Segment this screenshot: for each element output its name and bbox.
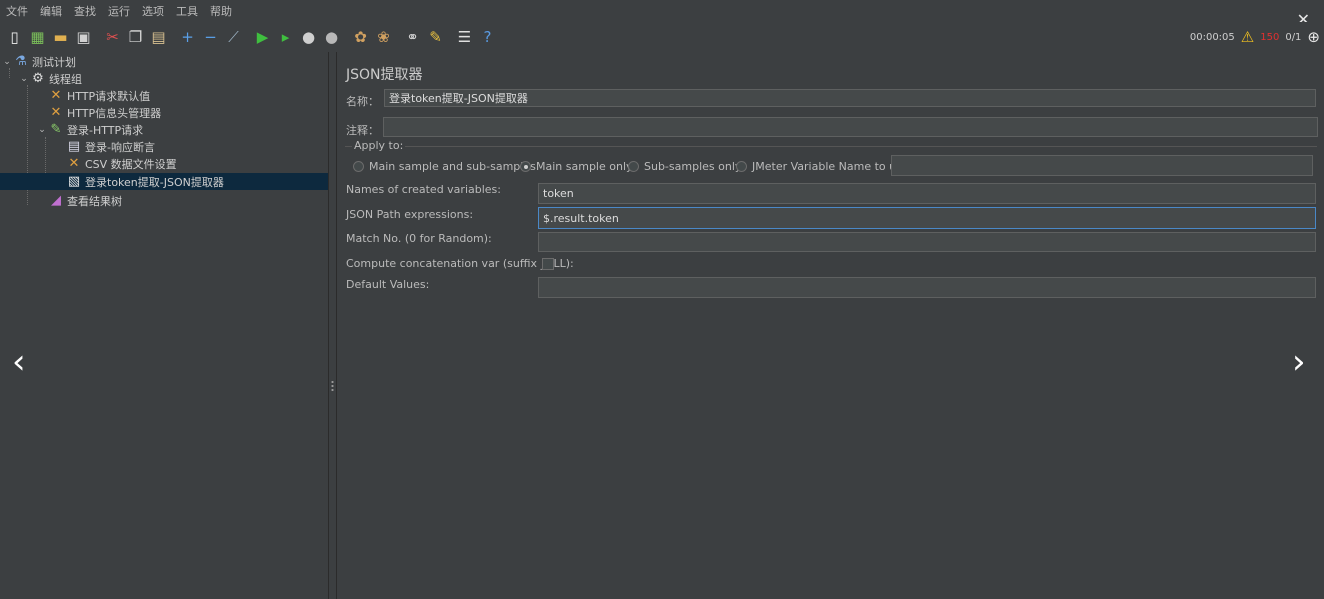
paste-icon[interactable]: ▤ xyxy=(148,27,169,48)
remote-icon[interactable]: ⊕ xyxy=(1307,28,1320,46)
comment-label: 注释： xyxy=(346,124,379,137)
chevron-down-icon[interactable]: ⌄ xyxy=(1,57,13,67)
comment-field[interactable] xyxy=(383,117,1318,137)
radio-jmeter-var[interactable]: JMeter Variable Name to use xyxy=(736,160,909,173)
previous-arrow-icon[interactable]: ‹ xyxy=(12,345,26,379)
error-count: 150 xyxy=(1260,31,1280,43)
menu-bar: 文件 编辑 查找 运行 选项 工具 帮助 xyxy=(0,0,1324,22)
expand-icon[interactable]: + xyxy=(177,27,198,48)
var-names-field[interactable] xyxy=(538,183,1316,204)
chevron-down-icon[interactable]: ⌄ xyxy=(18,74,30,84)
copy-icon[interactable]: ❐ xyxy=(125,27,146,48)
assertion-icon: ▤ xyxy=(67,139,81,154)
tree-item-json-extractor[interactable]: ▧ 登录token提取-JSON提取器 xyxy=(0,173,328,190)
search-icon[interactable]: ⚭ xyxy=(402,27,423,48)
page-title: JSON提取器 xyxy=(346,67,423,83)
radio-dot[interactable] xyxy=(520,161,531,172)
clear-icon[interactable]: ✿ xyxy=(350,27,371,48)
document-icon: ▧ xyxy=(67,174,81,189)
default-values-field[interactable] xyxy=(538,277,1316,298)
gear-icon: ⚙ xyxy=(32,71,44,86)
stop-icon[interactable]: ● xyxy=(298,27,319,48)
tree-item-results-tree[interactable]: ◢ 查看结果树 xyxy=(48,192,122,209)
splitter-handle[interactable] xyxy=(329,52,337,599)
name-label: 名称： xyxy=(346,95,379,108)
wrench-icon: ✕ xyxy=(68,156,80,171)
var-names-label: Names of created variables: xyxy=(346,183,501,196)
menu-options[interactable]: 选项 xyxy=(136,3,170,19)
menu-run[interactable]: 运行 xyxy=(102,3,136,19)
help-icon[interactable]: ? xyxy=(477,27,498,48)
open-icon[interactable]: ▬ xyxy=(50,27,71,48)
tree-item-csv-config[interactable]: ✕ CSV 数据文件设置 xyxy=(66,155,177,172)
tree-item-label: HTTP信息头管理器 xyxy=(67,106,162,120)
chart-icon: ◢ xyxy=(51,193,61,208)
jmeter-var-field[interactable] xyxy=(891,155,1313,176)
flask-icon: ⚗ xyxy=(15,54,27,69)
json-extractor-panel: JSON提取器 名称： 注释： Apply to: Main sample an… xyxy=(337,52,1324,599)
tree-item-response-assertion[interactable]: ▤ 登录-响应断言 xyxy=(66,138,155,155)
menu-edit[interactable]: 编辑 xyxy=(34,3,68,19)
radio-dot[interactable] xyxy=(628,161,639,172)
chevron-down-icon[interactable]: ⌄ xyxy=(36,125,48,135)
collapse-icon[interactable]: − xyxy=(200,27,221,48)
apply-to-label: Apply to: xyxy=(352,139,406,152)
tree-item-test-plan[interactable]: ⌄ ⚗ 测试计划 xyxy=(1,53,76,70)
tree-item-label: 测试计划 xyxy=(32,55,76,69)
templates-icon[interactable]: ▦ xyxy=(27,27,48,48)
toggle-icon[interactable]: ⟋ xyxy=(223,27,244,48)
wrench-icon: ✕ xyxy=(50,88,62,103)
wrench-icon: ✕ xyxy=(50,105,62,120)
name-field[interactable] xyxy=(384,89,1316,107)
menu-file[interactable]: 文件 xyxy=(0,3,34,19)
radio-dot[interactable] xyxy=(736,161,747,172)
reset-search-icon[interactable]: ✎ xyxy=(425,27,446,48)
tree-item-header-manager[interactable]: ✕ HTTP信息头管理器 xyxy=(48,104,162,121)
tree-item-label: CSV 数据文件设置 xyxy=(85,157,177,171)
status-area: 00:00:05 ⚠ 150 0/1 ⊕ xyxy=(1190,26,1320,48)
cut-icon[interactable]: ✂ xyxy=(102,27,123,48)
function-helper-icon[interactable]: ☰ xyxy=(454,27,475,48)
pen-icon: ✎ xyxy=(50,122,62,137)
tree-item-thread-group[interactable]: ⌄ ⚙ 线程组 xyxy=(18,70,82,87)
concat-checkbox[interactable] xyxy=(542,258,554,270)
elapsed-time: 00:00:05 xyxy=(1189,31,1235,43)
match-no-field[interactable] xyxy=(538,232,1316,252)
tree-item-label: 登录-HTTP请求 xyxy=(67,123,144,137)
save-icon[interactable]: ▣ xyxy=(73,27,94,48)
tree-item-label: 登录token提取-JSON提取器 xyxy=(85,175,224,189)
radio-main-only[interactable]: Main sample only xyxy=(520,160,633,173)
json-path-label: JSON Path expressions: xyxy=(346,208,474,221)
match-no-label: Match No. (0 for Random): xyxy=(346,232,492,245)
tree-item-login-http-request[interactable]: ⌄ ✎ 登录-HTTP请求 xyxy=(36,121,143,138)
toolbar: ▯ ▦ ▬ ▣ ✂ ❐ ▤ + − ⟋ ▶ ▸ ● ● ✿ ❀ ⚭ ✎ ☰ ? xyxy=(0,22,1324,52)
menu-search[interactable]: 查找 xyxy=(68,3,102,19)
tree-item-label: 查看结果树 xyxy=(67,194,122,208)
concat-label: Compute concatenation var (suffix _ALL): xyxy=(346,257,574,270)
thread-count: 0/1 xyxy=(1285,31,1302,43)
test-plan-tree: ⌄ ⚗ 测试计划 ⌄ ⚙ 线程组 ✕ HTTP请求默认值 ✕ HTTP信息头管理… xyxy=(0,52,329,599)
menu-help[interactable]: 帮助 xyxy=(204,3,238,19)
json-path-field[interactable] xyxy=(538,207,1316,229)
start-no-pauses-icon[interactable]: ▸ xyxy=(275,27,296,48)
tree-item-label: 登录-响应断言 xyxy=(85,140,155,154)
clear-all-icon[interactable]: ❀ xyxy=(373,27,394,48)
warning-icon[interactable]: ⚠ xyxy=(1241,28,1254,46)
tree-item-label: HTTP请求默认值 xyxy=(67,89,151,103)
menu-tools[interactable]: 工具 xyxy=(170,3,204,19)
new-icon[interactable]: ▯ xyxy=(4,27,25,48)
start-icon[interactable]: ▶ xyxy=(252,27,273,48)
radio-main-and-sub[interactable]: Main sample and sub-samples xyxy=(353,160,536,173)
tree-item-label: 线程组 xyxy=(49,72,82,86)
radio-dot[interactable] xyxy=(353,161,364,172)
radio-sub-only[interactable]: Sub-samples only xyxy=(628,160,741,173)
tree-item-http-defaults[interactable]: ✕ HTTP请求默认值 xyxy=(48,87,151,104)
default-values-label: Default Values: xyxy=(346,278,430,291)
shutdown-icon[interactable]: ● xyxy=(321,27,342,48)
next-arrow-icon[interactable]: › xyxy=(1292,345,1306,379)
